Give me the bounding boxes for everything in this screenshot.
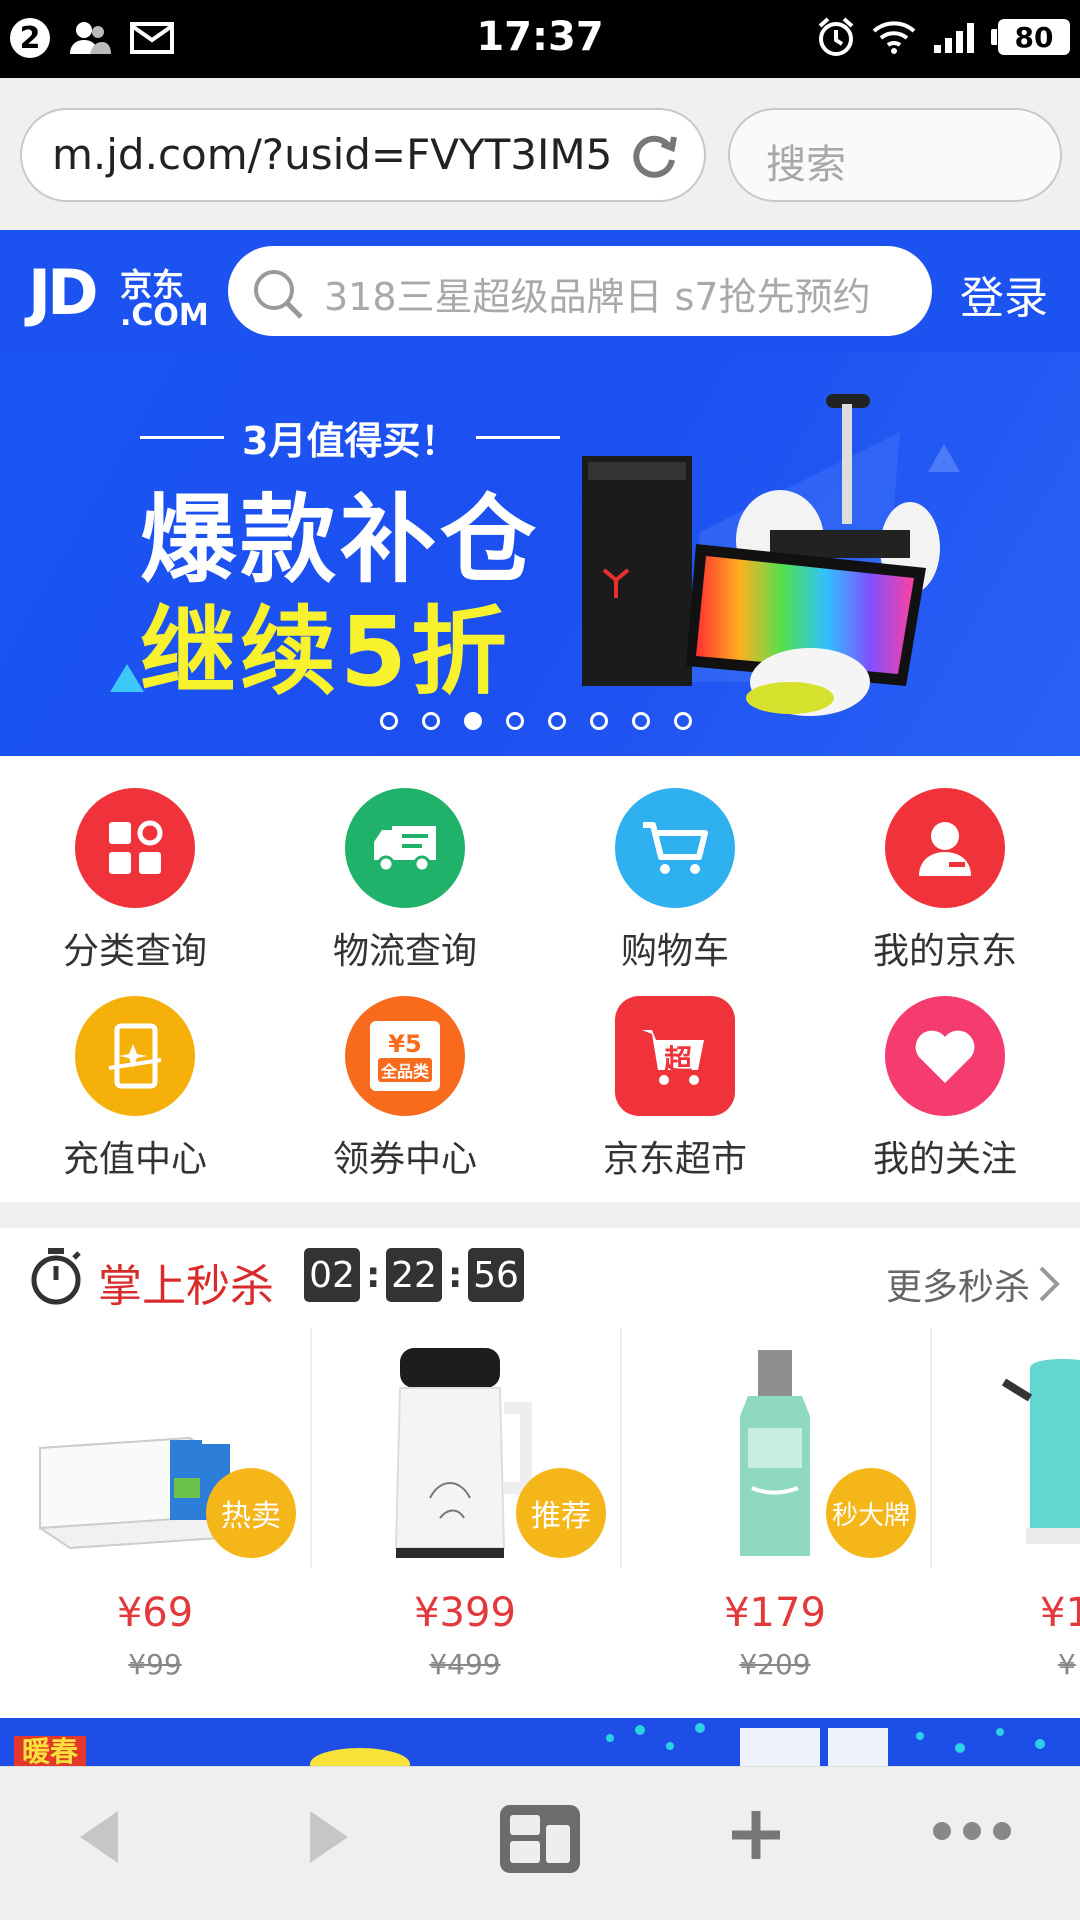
flash-sale-header: 掌上秒杀 02 : 22 : 56 更多秒杀: [0, 1228, 1080, 1332]
product-price: ¥1: [1040, 1590, 1080, 1636]
carousel-dot-active[interactable]: [464, 712, 482, 730]
reload-icon[interactable]: [628, 130, 680, 182]
coupon-scope: 全品类: [377, 1058, 432, 1082]
product-card[interactable]: ¥1 ¥: [930, 1328, 1080, 1708]
product-original-price: ¥: [1058, 1648, 1076, 1681]
carousel-dot[interactable]: [674, 712, 692, 730]
chevron-right-icon: [1039, 1266, 1060, 1302]
browser-search-placeholder: 搜索: [766, 142, 846, 188]
timer-hours: 02: [304, 1248, 360, 1302]
shortcut-label: 充值中心: [62, 1139, 207, 1180]
user-icon: [885, 788, 1005, 908]
flash-sale-title: 掌上秒杀: [98, 1261, 274, 1312]
product-tag: 热卖: [206, 1468, 296, 1558]
promo-decoration: [310, 1723, 1045, 1766]
status-bar: 2 17:37 80: [0, 0, 1080, 78]
carousel-indicators: [380, 712, 692, 730]
product-tag: 秒大牌: [826, 1468, 916, 1558]
jd-search-input[interactable]: 318三星超级品牌日 s7抢先预约: [228, 246, 932, 336]
product-card[interactable]: 推荐 ¥399 ¥499: [310, 1328, 620, 1708]
truck-icon: [345, 788, 465, 908]
countdown-timer: 02 : 22 : 56: [304, 1248, 524, 1302]
shortcut-supermarket[interactable]: 超 京东超市: [540, 996, 810, 1182]
jd-logo[interactable]: JD 京东 .COM: [28, 256, 209, 333]
new-tab-icon[interactable]: [728, 1807, 784, 1863]
product-tag: 推荐: [516, 1468, 606, 1558]
more-flash-sale-label: 更多秒杀: [885, 1267, 1030, 1308]
heart-icon: [885, 996, 1005, 1116]
jd-search-placeholder: 318三星超级品牌日 s7抢先预约: [324, 275, 871, 319]
kettle-image: [1001, 1359, 1080, 1544]
shortcut-cart[interactable]: 购物车: [540, 788, 810, 974]
stopwatch-icon: [31, 1248, 81, 1305]
shortcut-label: 领券中心: [332, 1139, 477, 1180]
shortcut-label: 购物车: [620, 931, 729, 972]
browser-search-field[interactable]: 搜索: [728, 108, 1062, 202]
product-price: ¥179: [724, 1590, 826, 1636]
timer-minutes: 22: [386, 1248, 442, 1302]
shortcut-logistics[interactable]: 物流查询: [270, 788, 540, 974]
shortcut-grid: 分类查询 物流查询 购物车 我的京东 充值中心 ¥5 全品类 领券中心 超 京东…: [0, 756, 1080, 1202]
shortcut-coupon[interactable]: ¥5 全品类 领券中心: [270, 996, 540, 1182]
more-icon[interactable]: [930, 1819, 1014, 1843]
shortcut-my-jd[interactable]: 我的京东: [810, 788, 1080, 974]
flash-sale-section: 掌上秒杀 02 : 22 : 56 更多秒杀 热卖 ¥69 ¥99 推荐 ¥39…: [0, 1228, 1080, 1718]
shortcut-recharge[interactable]: 充值中心: [0, 996, 270, 1182]
url-field[interactable]: m.jd.com/?usid=FVYT3IM5: [20, 108, 706, 202]
product-original-price: ¥209: [739, 1648, 811, 1681]
carousel-dot[interactable]: [590, 712, 608, 730]
supermarket-cart-icon: 超: [615, 996, 735, 1116]
forward-icon[interactable]: [304, 1807, 354, 1867]
back-icon[interactable]: [74, 1807, 124, 1867]
cart-icon: [615, 788, 735, 908]
timer-seconds: 56: [468, 1248, 524, 1302]
shortcut-label: 我的京东: [872, 931, 1017, 972]
banner-subtitle: 3月值得买！: [140, 410, 561, 465]
product-price: ¥399: [414, 1590, 516, 1636]
shortcut-favorites[interactable]: 我的关注: [810, 996, 1080, 1182]
url-text: m.jd.com/?usid=FVYT3IM5: [52, 130, 612, 179]
shortcut-category[interactable]: 分类查询: [0, 788, 270, 974]
section-divider: [0, 1202, 1080, 1228]
promo-badge: 暖春: [14, 1736, 87, 1766]
banner-subtitle-text: 3月值得买！: [242, 419, 459, 463]
phone-recharge-icon: [75, 996, 195, 1116]
supermarket-char: 超: [664, 1043, 693, 1076]
banner-title-line2: 继续5折: [140, 596, 511, 708]
product-original-price: ¥99: [128, 1648, 182, 1681]
tabs-icon[interactable]: [498, 1803, 582, 1875]
browser-toolbar: [0, 1766, 1080, 1920]
carousel-dot[interactable]: [548, 712, 566, 730]
coupon-icon: ¥5 全品类: [345, 996, 465, 1116]
logo-jd: JD: [28, 256, 99, 329]
battery-icon: 80: [991, 19, 1070, 55]
more-flash-sale-link[interactable]: 更多秒杀: [886, 1258, 1060, 1310]
login-button[interactable]: 登录: [960, 262, 1048, 326]
product-card[interactable]: 秒大牌 ¥179 ¥209: [620, 1328, 930, 1708]
coupon-value: ¥5: [388, 1030, 422, 1058]
product-original-price: ¥499: [429, 1648, 501, 1681]
carousel-dot[interactable]: [506, 712, 524, 730]
browser-address-bar: m.jd.com/?usid=FVYT3IM5 搜索: [0, 78, 1080, 230]
product-price: ¥69: [116, 1590, 194, 1636]
alarm-icon: [818, 17, 854, 56]
promo-strip[interactable]: 暖春: [0, 1718, 1080, 1766]
logo-com: .COM: [120, 298, 209, 333]
shortcut-label: 分类查询: [62, 931, 207, 972]
promo-banner[interactable]: 3月值得买！ 爆款补仓 继续5折: [0, 352, 1080, 756]
shortcut-label: 京东超市: [602, 1139, 747, 1180]
page: { "status_bar": { "notification_count": …: [0, 0, 1080, 1920]
carousel-dot[interactable]: [422, 712, 440, 730]
search-icon: [254, 270, 303, 319]
carousel-dot[interactable]: [380, 712, 398, 730]
product-card[interactable]: 热卖 ¥69 ¥99: [0, 1328, 310, 1708]
shortcut-label: 我的关注: [872, 1139, 1017, 1180]
jd-header: JD 京东 .COM 318三星超级品牌日 s7抢先预约 登录: [0, 230, 1080, 352]
wifi-icon: [872, 21, 916, 54]
carousel-dot[interactable]: [632, 712, 650, 730]
category-icon: [75, 788, 195, 908]
shortcut-label: 物流查询: [332, 931, 477, 972]
signal-icon: [934, 23, 974, 53]
